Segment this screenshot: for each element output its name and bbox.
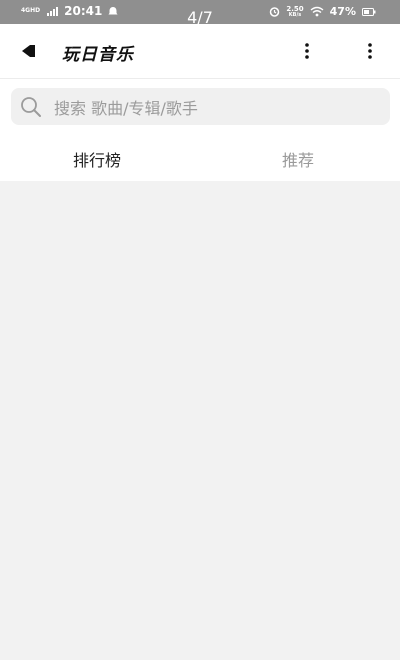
back-arrow-icon [22, 45, 35, 57]
content-area [0, 181, 400, 660]
more-vertical-icon [305, 43, 309, 59]
battery-icon [362, 7, 376, 16]
network-speed: 2.50 KB/s [286, 5, 303, 18]
search-section: 搜索 歌曲/专辑/歌手 [0, 79, 400, 135]
alarm-icon [270, 7, 280, 17]
status-bar: 4GHD 20:41 4/7 2.50 KB/s 47% [0, 0, 400, 27]
search-icon [21, 96, 41, 117]
tab-recommend[interactable]: 推荐 [282, 147, 314, 171]
app-header: 玩日音乐 [0, 24, 400, 79]
status-right: 2.50 KB/s 47% [269, 5, 376, 18]
tab-bar: 排行榜 推荐 [0, 135, 400, 181]
tab-ranking[interactable]: 排行榜 [73, 147, 121, 171]
app-title: 玩日音乐 [62, 45, 134, 65]
wifi-icon [310, 6, 324, 17]
battery-percentage: 47% [329, 5, 356, 18]
more-options-button[interactable] [297, 38, 317, 64]
more-vertical-icon [368, 43, 372, 59]
speed-unit: KB/s [288, 11, 302, 18]
search-placeholder: 搜索 歌曲/专辑/歌手 [54, 98, 198, 118]
back-button[interactable] [16, 38, 42, 64]
overflow-menu-button[interactable] [360, 38, 380, 64]
search-input[interactable]: 搜索 歌曲/专辑/歌手 [11, 88, 390, 125]
